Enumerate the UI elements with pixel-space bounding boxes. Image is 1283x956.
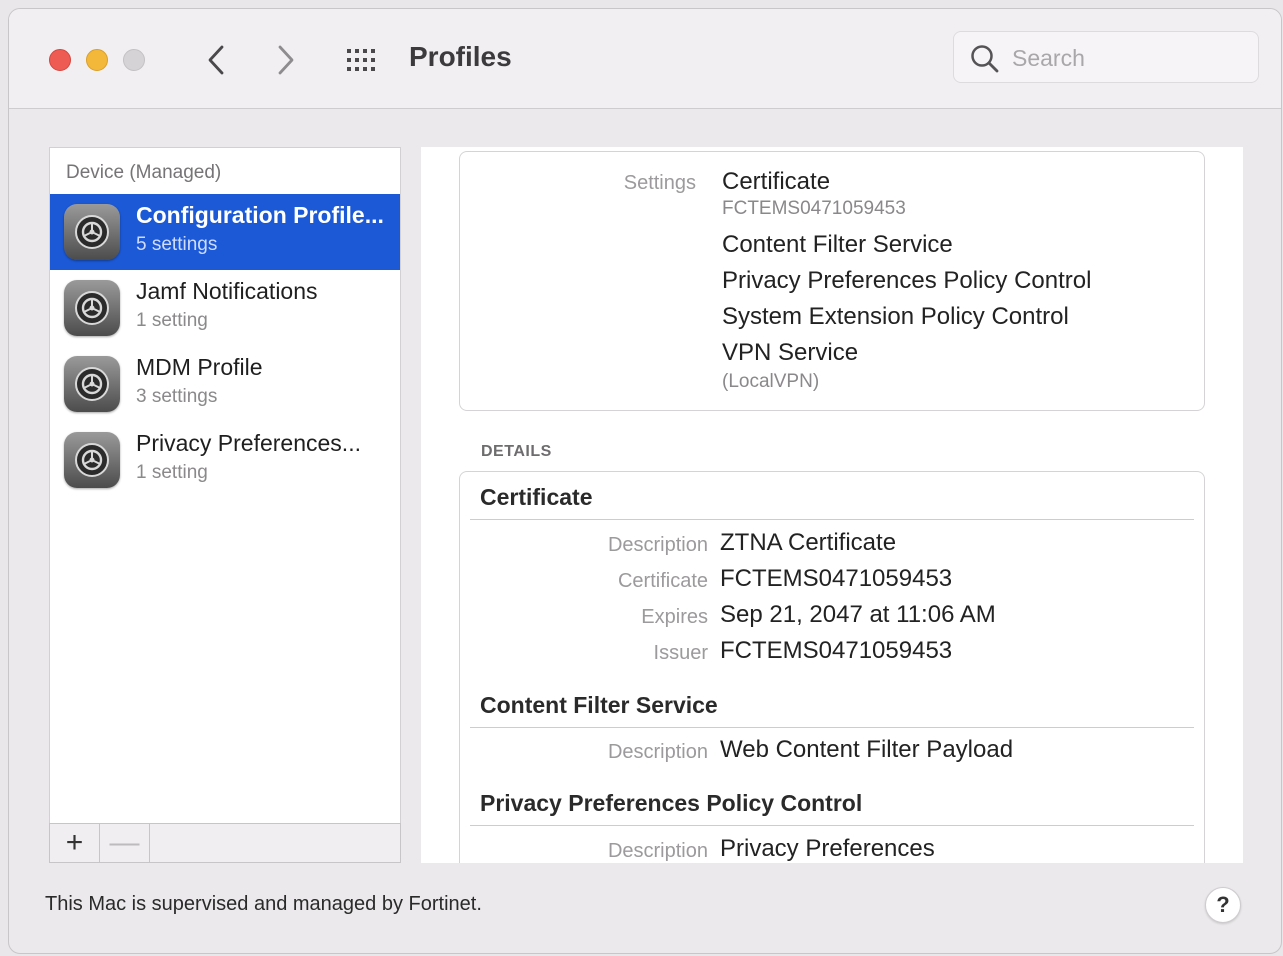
- section-divider: [470, 519, 1194, 520]
- row-value: Sep 21, 2047 at 11:06 AM: [720, 601, 996, 628]
- section-title-privacy-preferences: Privacy Preferences Policy Control: [480, 790, 863, 816]
- setting-privacy-preferences: Privacy Preferences Policy Control: [722, 267, 1092, 294]
- forward-button[interactable]: [271, 43, 301, 77]
- row-label: Description: [607, 741, 708, 763]
- sidebar-toolbar: + —: [49, 823, 401, 863]
- row-value: FCTEMS0471059453: [720, 565, 953, 592]
- sidebar-item-title: MDM Profile: [136, 354, 263, 380]
- section-title-certificate: Certificate: [480, 484, 593, 510]
- setting-vpn-service-sub: (LocalVPN): [722, 371, 820, 392]
- row-label: Description: [607, 840, 708, 862]
- help-button[interactable]: ?: [1205, 887, 1241, 923]
- sidebar-item-subtitle: 5 settings: [136, 234, 218, 255]
- settings-label: Settings: [623, 172, 696, 194]
- system-preferences-gear-icon: [64, 280, 120, 336]
- setting-content-filter: Content Filter Service: [722, 231, 953, 258]
- window-title: Profiles: [409, 41, 512, 72]
- grid-icon: [347, 49, 375, 71]
- add-profile-button[interactable]: +: [50, 824, 100, 862]
- row-label: Expires: [641, 606, 708, 628]
- system-preferences-gear-icon: [64, 356, 120, 412]
- row-label: Certificate: [617, 570, 708, 592]
- remove-profile-button[interactable]: —: [100, 824, 150, 862]
- setting-certificate-sub: FCTEMS0471059453: [722, 198, 906, 219]
- settings-card: Settings Certificate FCTEMS0471059453 Co…: [459, 151, 1205, 411]
- close-button[interactable]: [49, 49, 71, 71]
- profiles-window: Profiles Device (Managed) Configuration …: [8, 8, 1282, 954]
- profiles-sidebar: Device (Managed) Configuration Profile..…: [49, 147, 401, 863]
- chevron-right-icon: [278, 45, 294, 75]
- sidebar-item-privacy-preferences[interactable]: Privacy Preferences... 1 setting: [50, 422, 400, 498]
- sidebar-item-mdm-profile[interactable]: MDM Profile 3 settings: [50, 346, 400, 422]
- setting-vpn-service: VPN Service: [722, 339, 859, 366]
- sidebar-item-jamf-notifications[interactable]: Jamf Notifications 1 setting: [50, 270, 400, 346]
- sidebar-item-subtitle: 1 setting: [136, 310, 208, 331]
- search-field[interactable]: [953, 31, 1259, 83]
- setting-certificate: Certificate: [722, 168, 831, 195]
- section-divider: [470, 825, 1194, 826]
- system-preferences-gear-icon: [64, 204, 120, 260]
- chevron-left-icon: [208, 45, 224, 75]
- sidebar-item-subtitle: 3 settings: [136, 386, 218, 407]
- section-title-content-filter: Content Filter Service: [480, 692, 718, 718]
- details-header: DETAILS: [481, 443, 552, 460]
- sidebar-item-subtitle: 1 setting: [136, 462, 208, 483]
- sidebar-item-title: Jamf Notifications: [136, 278, 318, 304]
- row-value: Privacy Preferences: [720, 835, 935, 862]
- minimize-button[interactable]: [86, 49, 108, 71]
- zoom-button: [123, 49, 145, 71]
- sidebar-header: Device (Managed): [66, 162, 222, 183]
- search-icon: [971, 45, 999, 73]
- setting-system-extension: System Extension Policy Control: [722, 303, 1069, 330]
- sidebar-item-configuration-profile[interactable]: Configuration Profile... 5 settings: [50, 194, 400, 270]
- row-value: FCTEMS0471059453: [720, 637, 953, 664]
- sidebar-item-title: Configuration Profile...: [136, 202, 384, 228]
- title-bar: Profiles: [9, 9, 1281, 109]
- row-label: Description: [607, 534, 708, 556]
- row-label: Issuer: [653, 642, 708, 664]
- search-input[interactable]: [1010, 42, 1244, 74]
- row-value: ZTNA Certificate: [720, 529, 897, 556]
- details-card: Certificate Description ZTNA Certificate…: [459, 471, 1205, 863]
- supervision-notice: This Mac is supervised and managed by Fo…: [45, 893, 482, 915]
- row-value: Web Content Filter Payload: [720, 736, 1014, 763]
- show-all-button[interactable]: [345, 45, 381, 75]
- sidebar-item-title: Privacy Preferences...: [136, 430, 361, 456]
- section-divider: [470, 727, 1194, 728]
- back-button[interactable]: [201, 43, 231, 77]
- profile-detail-pane[interactable]: Settings Certificate FCTEMS0471059453 Co…: [421, 147, 1243, 863]
- system-preferences-gear-icon: [64, 432, 120, 488]
